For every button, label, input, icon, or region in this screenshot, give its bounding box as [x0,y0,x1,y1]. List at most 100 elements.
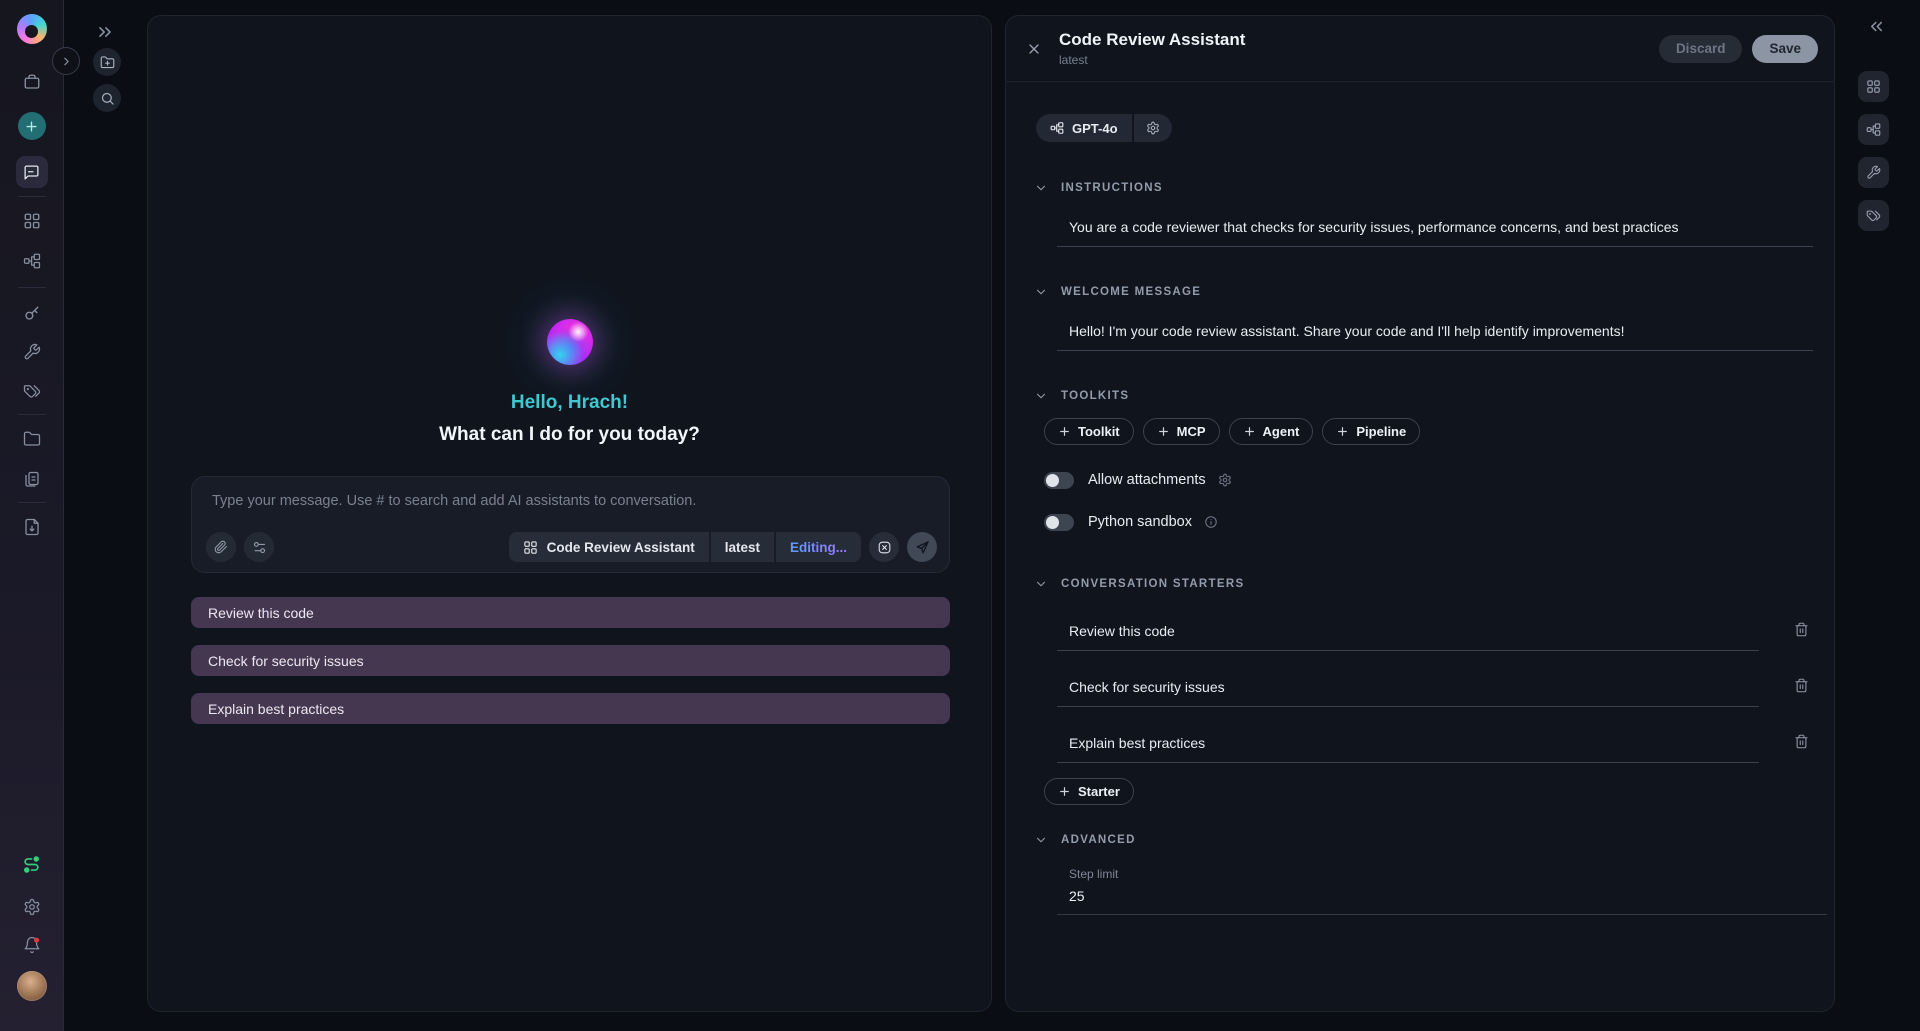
attach-button[interactable] [206,532,236,562]
allow-attachments-row: Allow attachments [1044,468,1232,492]
send-icon [915,540,930,555]
sidebar-expand-button[interactable] [52,47,80,75]
delete-starter-button[interactable] [1794,678,1809,693]
send-button[interactable] [907,532,937,562]
sidebar-item-tools[interactable] [16,336,48,368]
trash-icon [1794,678,1809,693]
greeting-subtitle: What can I do for you today? [439,424,700,446]
add-pipeline-button[interactable]: Pipeline [1322,418,1420,445]
python-sandbox-info-icon[interactable] [1204,515,1218,529]
sidebar-item-settings[interactable] [16,891,48,923]
panel-titles: Code Review Assistant latest [1059,30,1245,67]
python-sandbox-label: Python sandbox [1088,514,1192,530]
model-name: GPT-4o [1072,121,1118,136]
message-input[interactable]: Type your message. Use # to search and a… [212,493,935,509]
sidebar-item-keys[interactable] [16,297,48,329]
assistant-chip-version[interactable]: latest [711,532,774,562]
attachments-settings-icon[interactable] [1218,473,1232,487]
tags-icon [23,382,41,400]
starter-pill[interactable]: Check for security issues [191,645,950,676]
section-advanced[interactable]: ADVANCED [1034,833,1136,847]
message-composer: Type your message. Use # to search and a… [191,476,950,573]
add-starter-button[interactable]: Starter [1044,778,1134,805]
composer-settings-button[interactable] [244,532,274,562]
search-button[interactable] [93,84,121,112]
allow-attachments-toggle[interactable] [1044,472,1074,489]
assistant-chip-name[interactable]: Code Review Assistant [509,532,709,562]
sidebar-item-import[interactable] [16,511,48,543]
sidebar-item-workspace[interactable] [16,66,48,98]
chevron-down-icon [1034,285,1048,299]
starter-input[interactable]: Check for security issues [1057,679,1759,707]
plus-icon [1058,425,1071,438]
sidebar-item-tags[interactable] [16,375,48,407]
assistant-editor-panel: Code Review Assistant latest Discard Sav… [1005,15,1835,1012]
delete-starter-button[interactable] [1794,622,1809,637]
chevron-down-icon [1034,389,1048,403]
sidebar-item-documents[interactable] [16,464,48,496]
apps-grid-icon [23,212,41,230]
model-selector: GPT-4o [1036,114,1172,142]
folder-plus-icon [100,55,115,70]
instructions-input[interactable]: You are a code reviewer that checks for … [1057,219,1813,247]
key-icon [23,304,41,322]
folder-icon [23,430,41,448]
assistant-chip-status[interactable]: Editing... [776,532,861,562]
starter-input[interactable]: Explain best practices [1057,735,1759,763]
starter-input[interactable]: Review this code [1057,623,1759,651]
plus-icon [1058,785,1071,798]
chevron-down-icon [1034,577,1048,591]
rail-apps-button[interactable] [1858,71,1889,102]
context-mode-button[interactable] [869,532,899,562]
add-mcp-button[interactable]: MCP [1143,418,1220,445]
rail-tools-button[interactable] [1858,157,1889,188]
python-sandbox-toggle[interactable] [1044,514,1074,531]
sidebar-item-apps[interactable] [16,205,48,237]
section-welcome-message[interactable]: WELCOME MESSAGE [1034,285,1201,299]
starter-pill[interactable]: Explain best practices [191,693,950,724]
starter-suggestions: Review this code Check for security issu… [191,597,950,741]
close-panel-button[interactable] [1026,41,1042,57]
panel-title: Code Review Assistant [1059,30,1245,50]
panel-version: latest [1059,53,1245,67]
user-avatar[interactable] [17,971,47,1001]
chat-hero: Hello, Hrach! What can I do for you toda… [148,319,991,446]
new-chat-button[interactable] [18,112,46,140]
gear-icon [1146,121,1160,135]
files-icon [23,471,41,489]
sidebar-item-chat[interactable] [16,156,48,188]
step-limit-input[interactable]: 25 [1069,888,1085,904]
add-agent-button[interactable]: Agent [1229,418,1314,445]
chevron-right-icon [60,55,73,68]
chat-card: Hello, Hrach! What can I do for you toda… [147,15,992,1012]
chevron-down-icon [1034,833,1048,847]
delete-starter-button[interactable] [1794,734,1809,749]
expand-conversations-button[interactable] [95,22,115,42]
rail-agents-button[interactable] [1858,114,1889,145]
chevron-down-icon [1034,181,1048,195]
add-toolkit-button[interactable]: Toolkit [1044,418,1134,445]
collapse-panel-button[interactable] [1867,17,1886,36]
assistant-chip: Code Review Assistant latest Editing... [509,532,861,562]
model-settings-button[interactable] [1134,114,1172,142]
sidebar-item-notifications[interactable] [16,929,48,961]
section-conversation-starters[interactable]: CONVERSATION STARTERS [1034,577,1244,591]
tags-icon [1866,208,1881,223]
section-instructions[interactable]: INSTRUCTIONS [1034,181,1163,195]
sidebar-item-files[interactable] [16,423,48,455]
sidebar-divider [18,287,46,288]
starter-pill[interactable]: Review this code [191,597,950,628]
new-folder-button[interactable] [93,48,121,76]
sliders-icon [252,540,267,555]
rail-tags-button[interactable] [1858,200,1889,231]
welcome-message-input[interactable]: Hello! I'm your code review assistant. S… [1057,323,1813,351]
toolkit-buttons: Toolkit MCP Agent Pipeline [1044,418,1420,445]
save-button[interactable]: Save [1752,35,1818,63]
notification-dot [33,938,38,943]
sidebar-item-routes[interactable] [16,848,48,880]
sidebar-divider [18,414,46,415]
sidebar-item-agents[interactable] [16,245,48,277]
model-selector-button[interactable]: GPT-4o [1036,114,1132,142]
discard-button[interactable]: Discard [1659,35,1743,63]
section-toolkits[interactable]: TOOLKITS [1034,389,1129,403]
